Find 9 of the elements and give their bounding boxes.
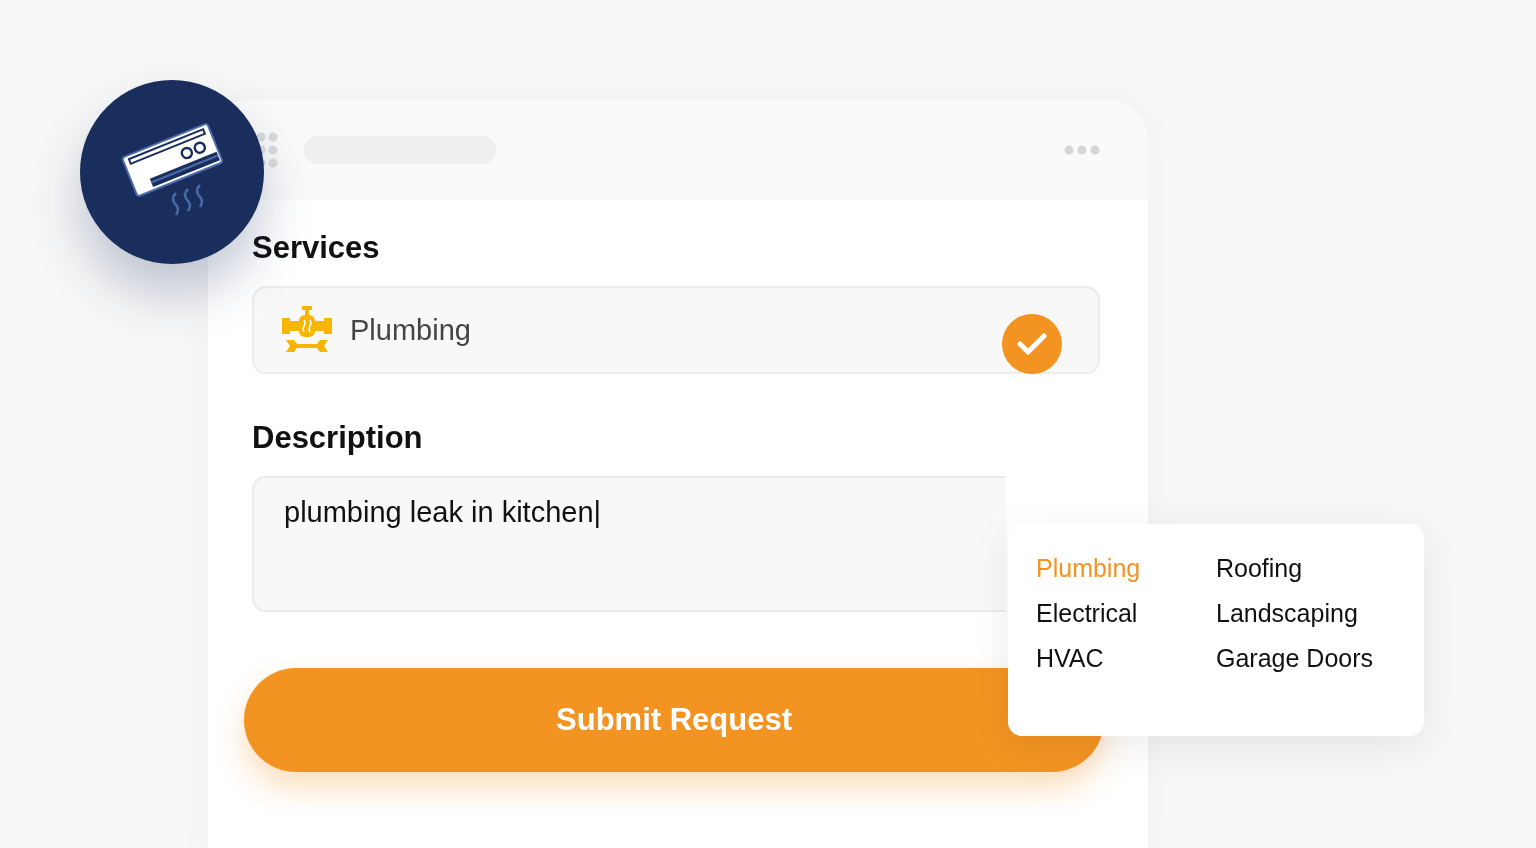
service-option[interactable]: Electrical <box>1036 599 1216 628</box>
service-option[interactable]: Garage Doors <box>1216 644 1396 673</box>
field-label: Services <box>252 230 381 266</box>
description-input[interactable]: plumbing leak in kitchen| <box>252 476 1006 612</box>
service-select[interactable]: Plumbing <box>252 286 1100 374</box>
service-option[interactable]: Roofing <box>1216 554 1396 583</box>
field-label: Description <box>252 420 424 456</box>
pipe-wrench-icon <box>282 306 332 354</box>
service-option[interactable]: Landscaping <box>1216 599 1396 628</box>
